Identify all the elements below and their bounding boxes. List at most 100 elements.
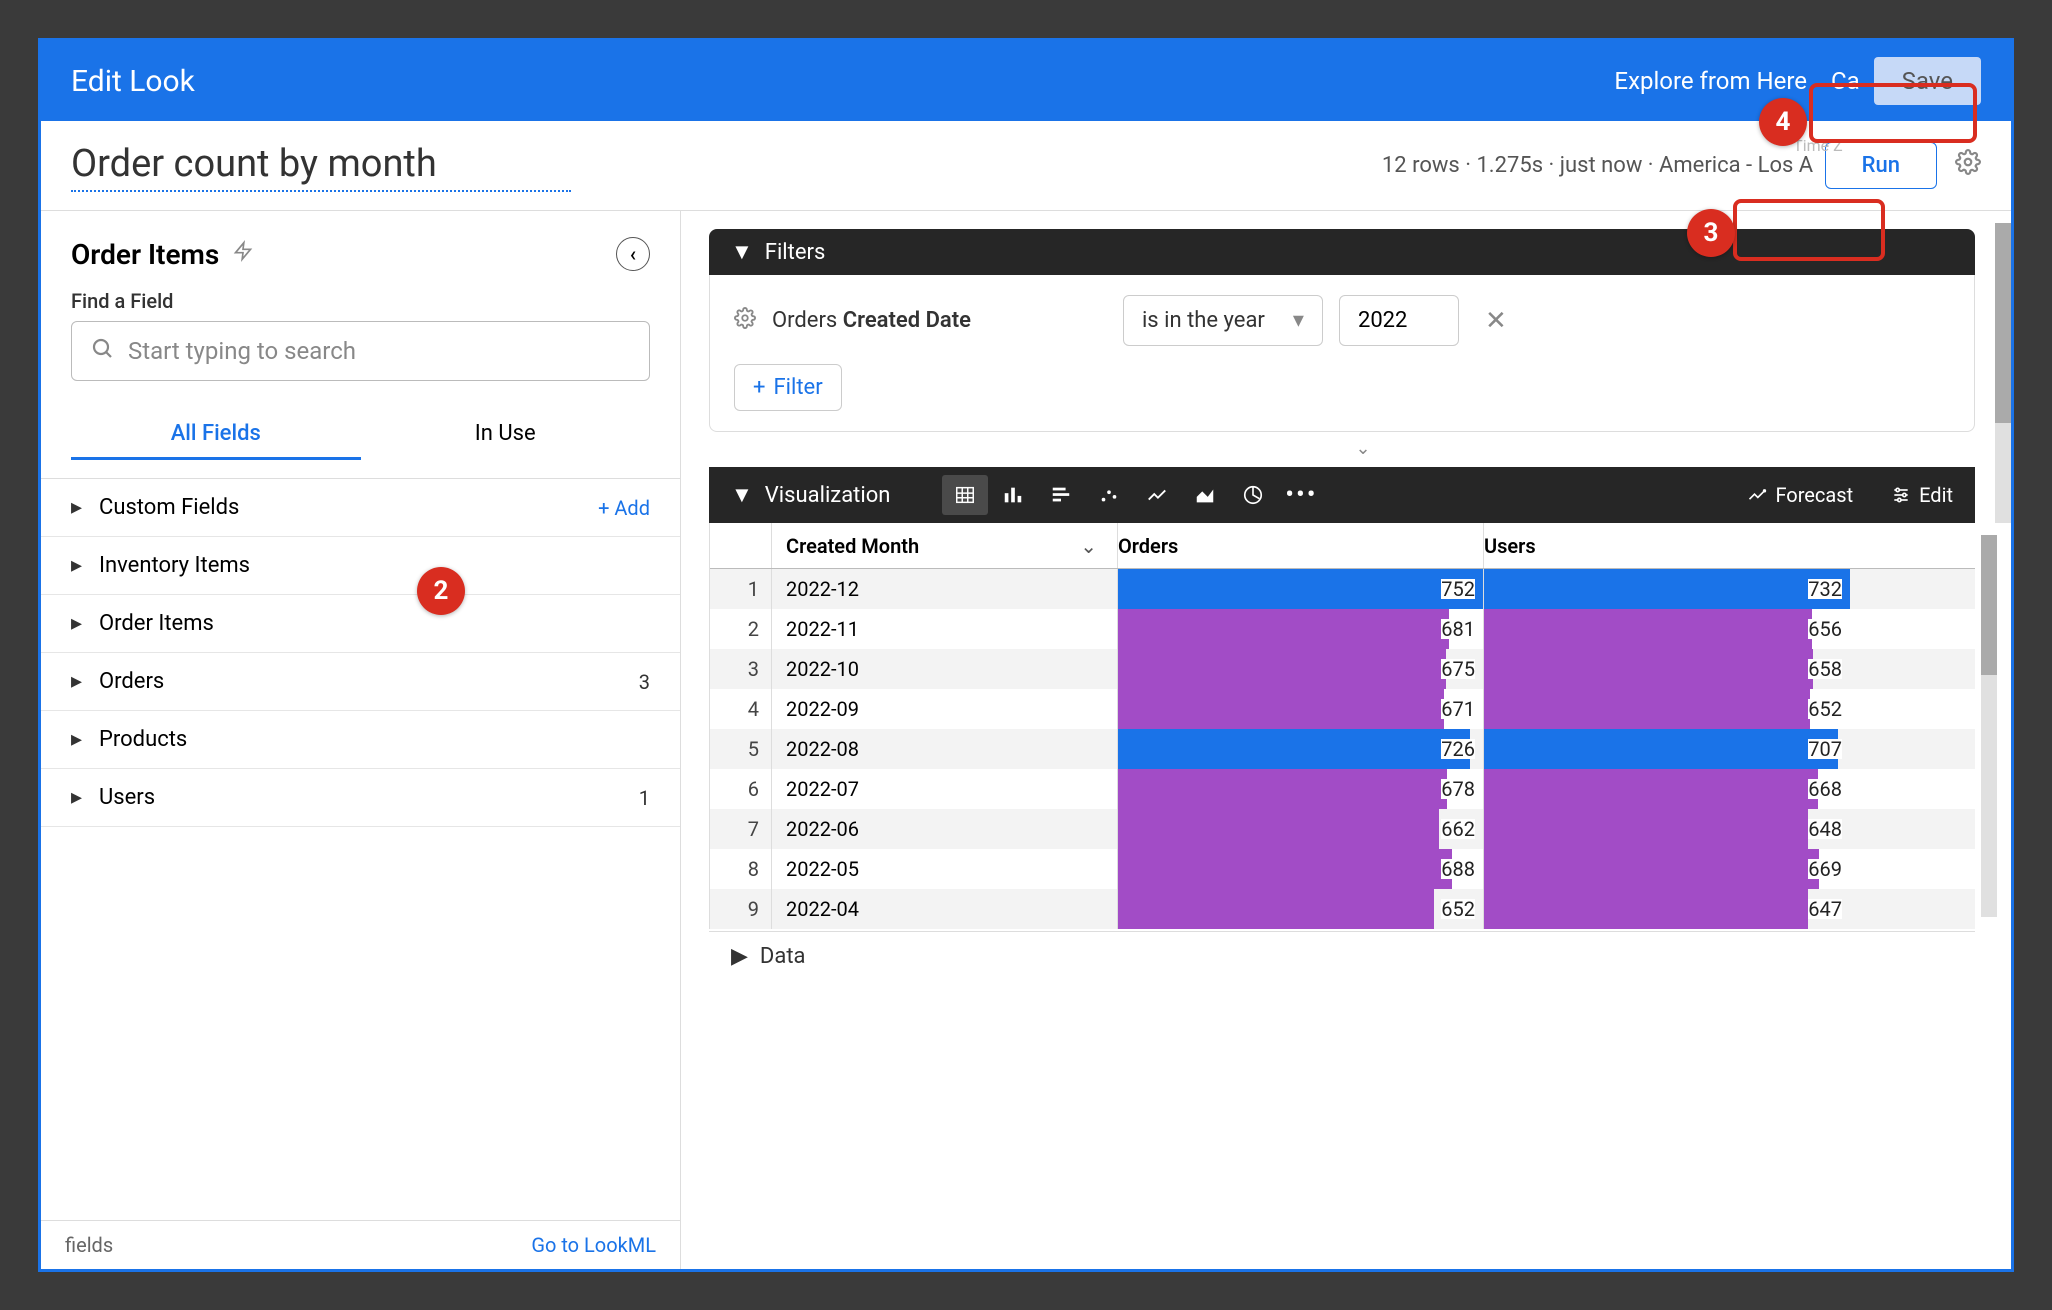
field-group[interactable]: ▸ Inventory Items <box>41 537 680 595</box>
tab-in-use[interactable]: In Use <box>361 407 651 460</box>
viz-area-icon[interactable] <box>1182 475 1228 515</box>
cell-month[interactable]: 2022-04 <box>772 889 1118 929</box>
users-value: 648 <box>1808 819 1842 839</box>
cell-month[interactable]: 2022-07 <box>772 769 1118 809</box>
users-value: 707 <box>1808 739 1842 759</box>
viz-table-icon[interactable] <box>942 475 988 515</box>
gear-icon[interactable] <box>1955 149 1981 182</box>
row-index: 8 <box>710 849 772 889</box>
field-group[interactable]: ▸Order Items <box>41 595 680 653</box>
users-value: 647 <box>1808 899 1842 919</box>
search-input[interactable] <box>128 337 631 365</box>
cell-orders[interactable]: 681 <box>1118 609 1484 649</box>
cell-orders[interactable]: 675 <box>1118 649 1484 689</box>
field-group-list: ▸ Custom Fields + Add ▸ Inventory Items ▸Orde… <box>41 478 680 1220</box>
cell-orders[interactable]: 688 <box>1118 849 1484 889</box>
gear-icon[interactable] <box>734 307 756 335</box>
collapse-sidebar-button[interactable]: ‹ <box>616 237 650 271</box>
search-field-box[interactable] <box>71 321 650 381</box>
tab-all-fields[interactable]: All Fields <box>71 407 361 460</box>
filter-value-input[interactable] <box>1339 295 1459 346</box>
filters-body: Orders Created Date is in the year ▾ ✕ +… <box>709 275 1975 432</box>
remove-filter-icon[interactable]: ✕ <box>1485 306 1507 336</box>
row-index: 7 <box>710 809 772 849</box>
find-field-label: Find a Field <box>71 289 650 313</box>
annotation-3: 3 <box>1687 209 1735 257</box>
field-group-label: Users <box>99 785 625 810</box>
query-meta: 12 rows · 1.275s · just now · America - … <box>1382 153 1813 178</box>
column-header-users[interactable]: Users <box>1484 523 1850 568</box>
cell-month[interactable]: 2022-11 <box>772 609 1118 649</box>
filter-operator-label: is in the year <box>1142 308 1265 333</box>
caret-right-icon: ▸ <box>71 669 85 694</box>
field-group[interactable]: ▸Custom Fields+ Add <box>41 479 680 537</box>
cell-month[interactable]: 2022-09 <box>772 689 1118 729</box>
visualization-header[interactable]: ▼ Visualization ••• Forecast <box>709 467 1975 523</box>
cell-users[interactable]: 732 <box>1484 569 1850 609</box>
cell-orders[interactable]: 662 <box>1118 809 1484 849</box>
filters-header[interactable]: ▼ Filters <box>709 229 1975 275</box>
field-group-label: Custom Fields <box>99 495 584 520</box>
table-row: 52022-08726707 <box>710 729 1975 769</box>
data-section-header[interactable]: ▶ Data <box>709 931 1975 981</box>
column-header-month[interactable]: Created Month ⌄ <box>772 523 1118 568</box>
field-group[interactable]: ▸Products <box>41 711 680 769</box>
cell-users[interactable]: 647 <box>1484 889 1850 929</box>
go-to-lookml-link[interactable]: Go to LookML <box>531 1233 656 1257</box>
add-custom-field-link[interactable]: + Add <box>598 496 650 520</box>
explore-from-here-link[interactable]: Explore from Here <box>1614 67 1807 95</box>
table-row: 82022-05688669 <box>710 849 1975 889</box>
caret-right-icon: ▸ <box>71 553 85 578</box>
cell-users[interactable]: 656 <box>1484 609 1850 649</box>
table-row: 12022-12752732 <box>710 569 1975 609</box>
viz-more-icon[interactable]: ••• <box>1278 475 1324 515</box>
grid-header-row: Created Month ⌄ Orders Users <box>710 523 1975 569</box>
bolt-icon[interactable] <box>233 239 253 269</box>
cell-orders[interactable]: 752 <box>1118 569 1484 609</box>
orders-value: 671 <box>1441 699 1475 719</box>
add-filter-button[interactable]: + Filter <box>734 364 842 411</box>
cell-users[interactable]: 658 <box>1484 649 1850 689</box>
viz-column-icon[interactable] <box>990 475 1036 515</box>
cell-month[interactable]: 2022-05 <box>772 849 1118 889</box>
viz-bar-icon[interactable] <box>1038 475 1084 515</box>
field-group[interactable]: ▸Orders3 <box>41 653 680 711</box>
annotation-2: 2 <box>417 567 465 615</box>
cancel-link[interactable]: Ca <box>1831 67 1860 95</box>
page-mode-title: Edit Look <box>71 64 195 99</box>
search-icon <box>90 336 114 366</box>
forecast-button[interactable]: Forecast <box>1747 483 1853 507</box>
field-group-label: Inventory Items <box>99 553 650 578</box>
viz-line-icon[interactable] <box>1134 475 1180 515</box>
cell-month[interactable]: 2022-08 <box>772 729 1118 769</box>
cell-orders[interactable]: 671 <box>1118 689 1484 729</box>
filter-operator-select[interactable]: is in the year ▾ <box>1123 295 1323 346</box>
main-scrollbar[interactable] <box>1995 223 2011 523</box>
annotation-4: 4 <box>1759 98 1807 146</box>
cell-orders[interactable]: 652 <box>1118 889 1484 929</box>
cell-users[interactable]: 707 <box>1484 729 1850 769</box>
field-picker-sidebar: Order Items ‹ Find a Field All Fields <box>41 211 681 1269</box>
save-button[interactable]: Save <box>1874 57 1981 105</box>
cell-orders[interactable]: 726 <box>1118 729 1484 769</box>
look-title-input[interactable] <box>71 140 571 192</box>
cell-month[interactable]: 2022-10 <box>772 649 1118 689</box>
cell-users[interactable]: 669 <box>1484 849 1850 889</box>
caret-right-icon: ▸ <box>71 727 85 752</box>
cell-orders[interactable]: 678 <box>1118 769 1484 809</box>
table-row: 22022-11681656 <box>710 609 1975 649</box>
cell-users[interactable]: 652 <box>1484 689 1850 729</box>
cell-month[interactable]: 2022-12 <box>772 569 1118 609</box>
viz-edit-button[interactable]: Edit <box>1891 483 1953 507</box>
cell-users[interactable]: 668 <box>1484 769 1850 809</box>
viz-pie-icon[interactable] <box>1230 475 1276 515</box>
results-grid: Created Month ⌄ Orders Users 12022-12752… <box>709 523 1975 929</box>
field-group[interactable]: ▸Users1 <box>41 769 680 827</box>
viz-scatter-icon[interactable] <box>1086 475 1132 515</box>
cell-users[interactable]: 648 <box>1484 809 1850 849</box>
grid-scrollbar[interactable] <box>1981 535 1997 917</box>
expand-section-icon[interactable]: ⌄ <box>1355 438 1370 459</box>
cell-month[interactable]: 2022-06 <box>772 809 1118 849</box>
column-header-orders[interactable]: Orders <box>1118 523 1484 568</box>
table-row: 92022-04652647 <box>710 889 1975 929</box>
